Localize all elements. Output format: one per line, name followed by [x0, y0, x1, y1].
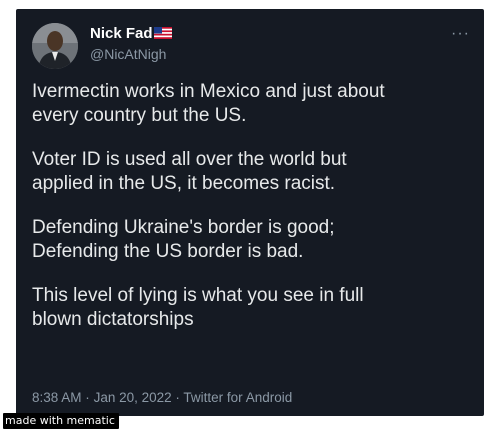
tweet-metadata: 8:38 AM · Jan 20, 2022 · Twitter for And… — [32, 390, 292, 406]
meta-separator: · — [85, 390, 90, 405]
author-display-name[interactable]: Nick Fad — [90, 25, 153, 43]
avatar[interactable] — [32, 23, 78, 69]
meta-separator: · — [175, 390, 180, 405]
tweet-time[interactable]: 8:38 AM — [32, 390, 82, 405]
author-block: Nick Fad @NicAtNigh — [90, 25, 172, 64]
tweet-source[interactable]: Twitter for Android — [183, 390, 292, 405]
tweet-text: Ivermectin works in Mexico and just abou… — [32, 80, 470, 352]
tweet-paragraph: Voter ID is used all over the world but … — [32, 149, 347, 194]
tweet-paragraph: Defending Ukraine's border is good; Defe… — [32, 217, 335, 262]
user-avatar-icon — [32, 23, 78, 69]
tweet-date[interactable]: Jan 20, 2022 — [94, 390, 172, 405]
tweet-paragraph: Ivermectin works in Mexico and just abou… — [32, 81, 385, 126]
tweet-header: Nick Fad @NicAtNigh ··· — [32, 23, 472, 79]
more-options-icon[interactable]: ··· — [451, 25, 470, 43]
tweet-paragraph: This level of lying is what you see in f… — [32, 285, 364, 330]
us-flag-icon — [153, 26, 172, 39]
watermark: made with mematic — [3, 413, 119, 429]
tweet-card: Nick Fad @NicAtNigh ··· Ivermectin works… — [16, 9, 484, 416]
author-handle[interactable]: @NicAtNigh — [90, 44, 172, 64]
